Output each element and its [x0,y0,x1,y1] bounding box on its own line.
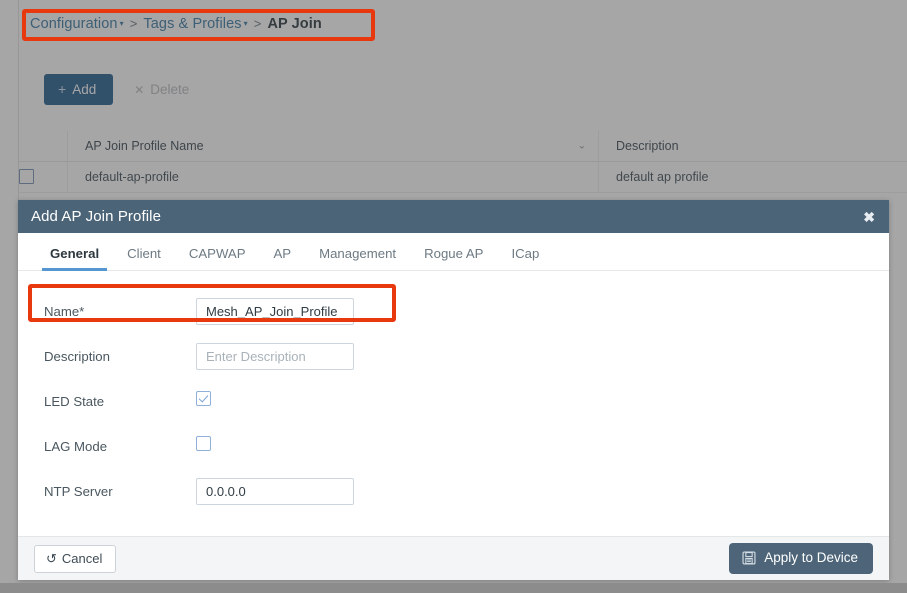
tab-capwap[interactable]: CAPWAP [175,246,260,270]
led-state-checkbox[interactable] [196,391,211,406]
dialog-tabs: General Client CAPWAP AP Management Rogu… [18,233,889,271]
apply-to-device-button[interactable]: Apply to Device [729,543,873,574]
close-icon[interactable]: ✖ [863,210,875,224]
dialog-header: Add AP Join Profile ✖ [18,200,889,233]
led-state-label: LED State [44,393,105,409]
undo-icon: ↺ [46,550,57,566]
page-bottom-strip [0,583,907,593]
lag-mode-control [196,436,211,456]
add-ap-join-profile-dialog: Add AP Join Profile ✖ General Client CAP… [18,200,889,580]
tab-rogue-ap[interactable]: Rogue AP [410,246,497,270]
tab-icap[interactable]: ICap [497,246,553,270]
dialog-title: Add AP Join Profile [31,208,162,225]
name-field-control [196,297,354,325]
cancel-button-label: Cancel [61,550,103,566]
field-row-ntp-server: NTP Server [18,473,889,509]
ntp-server-input[interactable] [196,477,354,505]
dialog-footer: ↺ Cancel Apply to Device [18,536,889,580]
ntp-server-control [196,477,354,505]
description-field-control [196,342,354,370]
app-screenshot: Configuration ▾ > Tags & Profiles ▾ > AP Join … [0,0,907,593]
field-row-lag-mode: LAG Mode [18,428,889,464]
led-state-control [196,391,211,411]
tab-general[interactable]: General [36,246,113,271]
apply-to-device-label: Apply to Device [764,550,858,566]
ntp-server-label: NTP Server [44,483,113,499]
field-row-name: Name* [18,293,889,329]
dialog-body: General Client CAPWAP AP Management Rogu… [18,233,889,536]
tab-management[interactable]: Management [305,246,410,270]
save-disk-icon [742,551,756,565]
lag-mode-label: LAG Mode [44,438,108,454]
tab-client[interactable]: Client [113,246,175,270]
lag-mode-checkbox[interactable] [196,436,211,451]
general-tab-form: Name* Description LED State [18,271,889,509]
name-field-label: Name* [44,303,85,319]
cancel-button[interactable]: ↺ Cancel [34,544,117,573]
field-row-description: Description [18,338,889,374]
name-input[interactable] [196,297,354,325]
field-row-led-state: LED State [18,383,889,419]
description-field-label: Description [44,348,110,364]
description-input[interactable] [196,342,354,370]
tab-ap[interactable]: AP [260,246,306,270]
